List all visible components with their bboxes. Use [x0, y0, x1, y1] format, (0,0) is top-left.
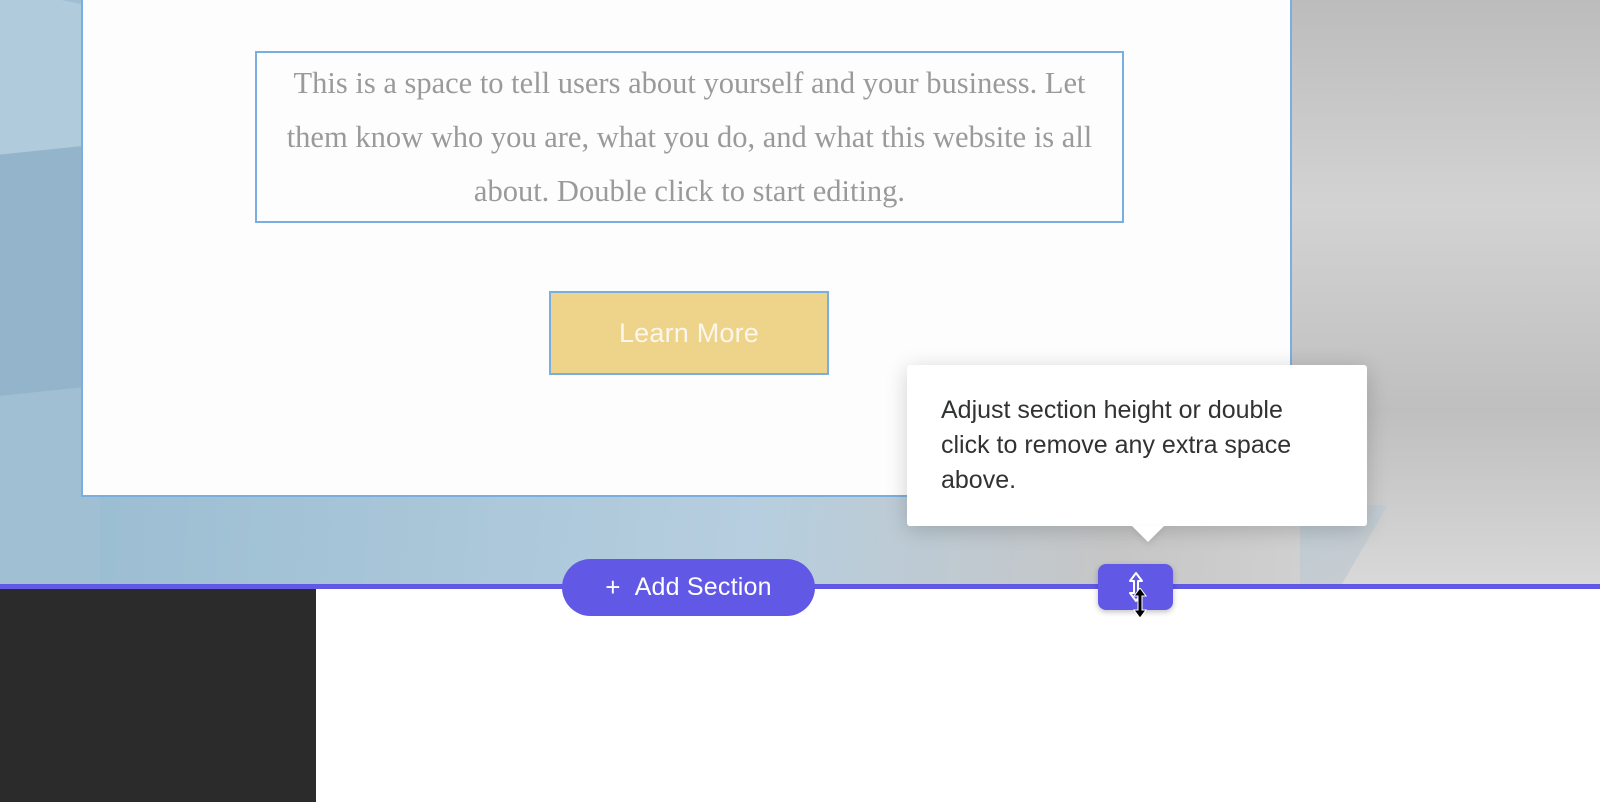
section-below-light[interactable] [316, 587, 1600, 802]
editor-canvas: This is a space to tell users about your… [0, 0, 1600, 802]
text-block-selected[interactable]: This is a space to tell users about your… [255, 51, 1124, 223]
plus-icon: + [605, 574, 620, 600]
height-handle-tooltip: Adjust section height or double click to… [907, 365, 1367, 526]
learn-more-button-label: Learn More [619, 318, 759, 349]
add-section-label: Add Section [635, 573, 772, 602]
add-section-button[interactable]: + Add Section [562, 559, 815, 616]
resize-vertical-icon [1125, 572, 1147, 602]
intro-paragraph[interactable]: This is a space to tell users about your… [257, 56, 1122, 219]
section-below-dark[interactable] [0, 587, 316, 802]
section-height-handle[interactable] [1098, 564, 1173, 610]
learn-more-button[interactable]: Learn More [549, 291, 829, 375]
tooltip-text: Adjust section height or double click to… [941, 396, 1291, 494]
